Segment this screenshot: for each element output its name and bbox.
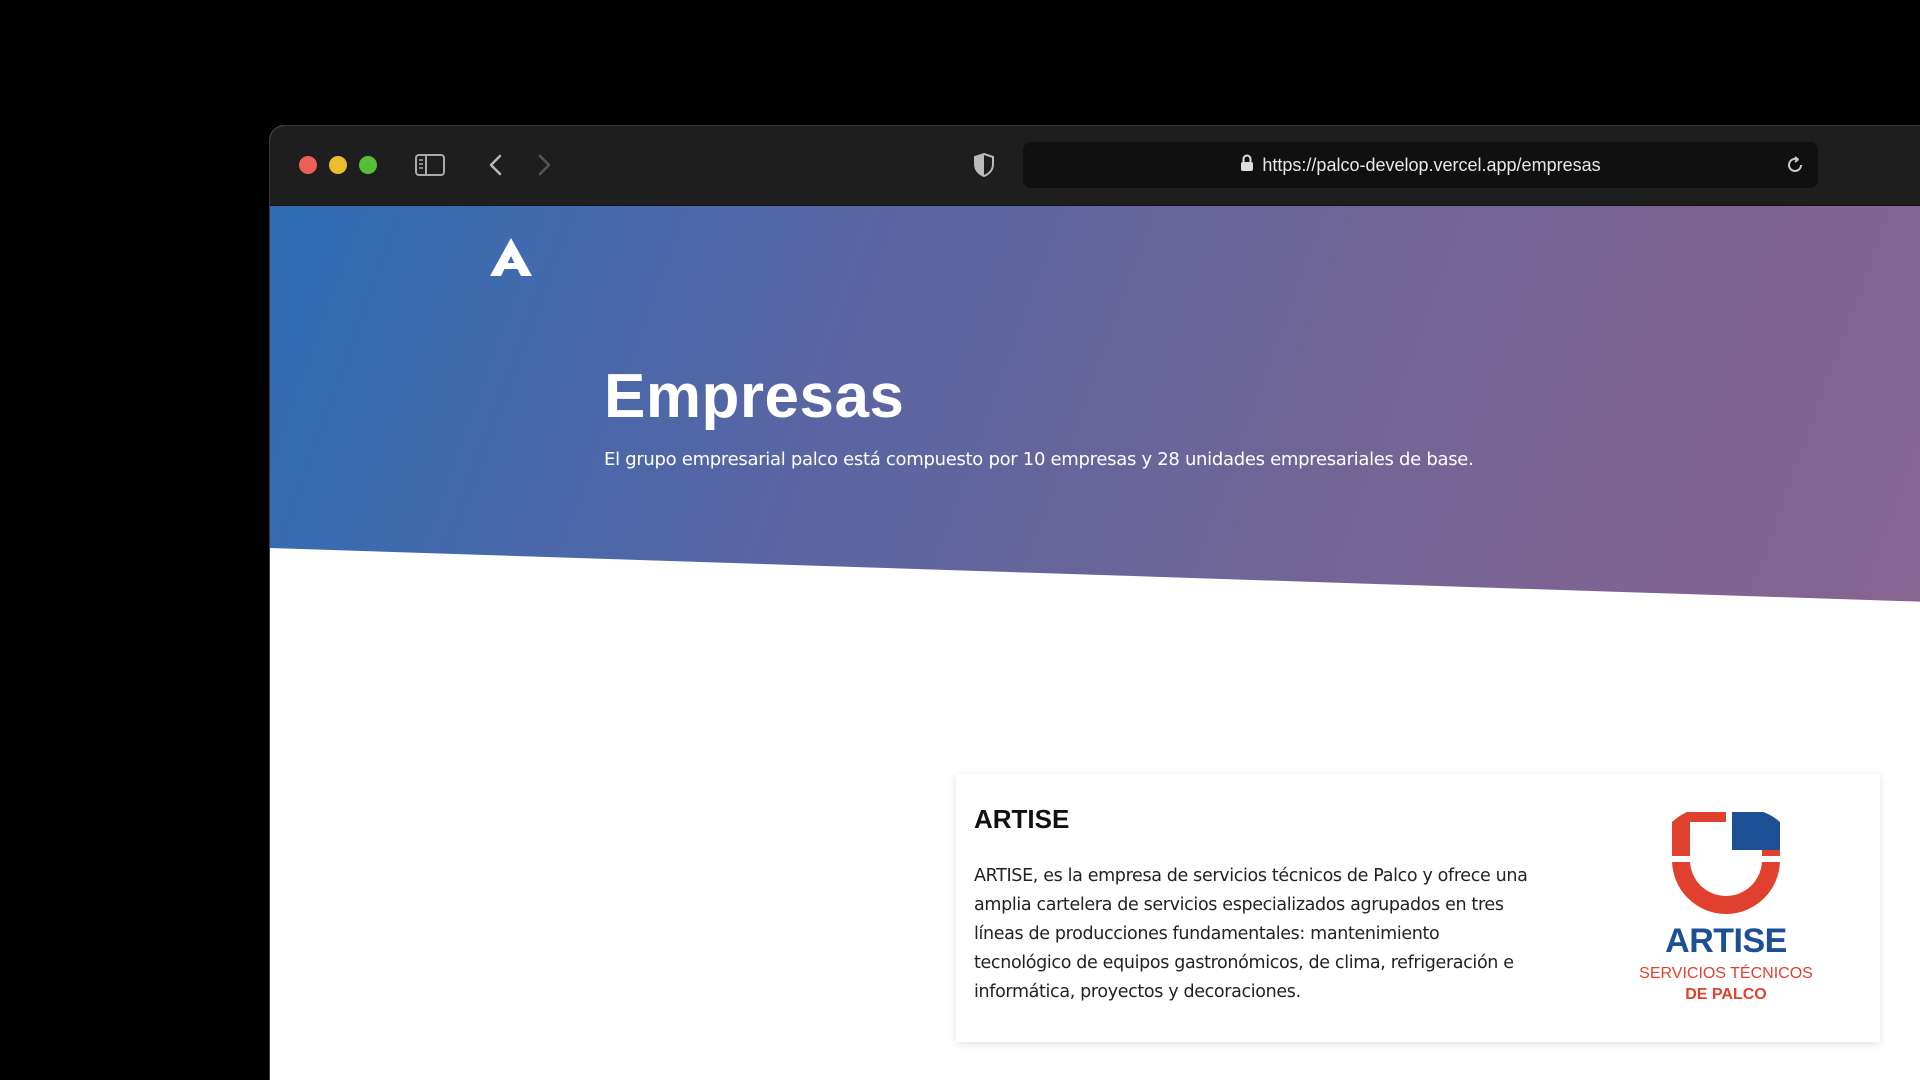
company-logo: ARTISE SERVICIOS TÉCNICOS DE PALCO (1626, 807, 1826, 1012)
minimize-window-button[interactable] (329, 156, 347, 174)
browser-toolbar: https://palco-develop.vercel.app/empresa… (270, 126, 1920, 206)
page-subtitle: El grupo empresarial palco está compuest… (604, 449, 1474, 470)
company-title: ARTISE (974, 804, 1070, 834)
web-page: Empresas El grupo empresarial palco está… (270, 206, 1920, 1080)
url-text: https://palco-develop.vercel.app/empresa… (1262, 154, 1601, 175)
chevron-right-icon[interactable] (528, 150, 560, 180)
lock-icon (1240, 154, 1254, 177)
reload-icon[interactable] (1780, 150, 1810, 180)
zoom-window-button[interactable] (359, 156, 377, 174)
sidebar-icon[interactable] (414, 150, 446, 180)
artise-emblem-icon (1672, 807, 1780, 914)
logo-brand-name: ARTISE (1665, 922, 1787, 960)
company-description: ARTISE, es la empresa de servicios técni… (974, 866, 1528, 1002)
company-card[interactable]: ARTISE ARTISE, es la empresa de servicio… (956, 774, 1880, 1042)
logo-tagline-2: DE PALCO (1685, 986, 1767, 1003)
page-title: Empresas (604, 362, 905, 431)
chevron-left-icon[interactable] (480, 150, 512, 180)
logo-tagline: SERVICIOS TÉCNICOS (1639, 965, 1813, 982)
address-bar[interactable]: https://palco-develop.vercel.app/empresa… (1023, 142, 1818, 188)
browser-window: https://palco-develop.vercel.app/empresa… (270, 126, 1920, 1080)
close-window-button[interactable] (299, 156, 317, 174)
hero-banner: Empresas El grupo empresarial palco está… (270, 206, 1920, 602)
shield-icon[interactable] (968, 150, 1000, 180)
palco-logo-icon[interactable] (488, 236, 534, 278)
